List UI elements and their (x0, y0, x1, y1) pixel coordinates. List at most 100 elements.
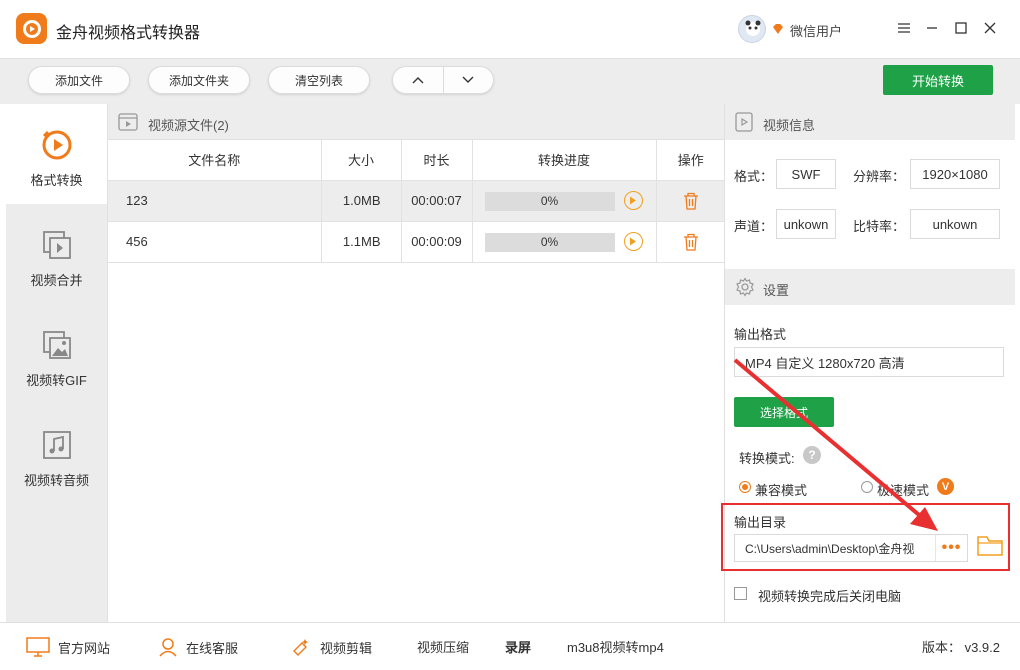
sidebar: 格式转换 视频合并 视频转GIF 视频转音频 (6, 104, 107, 622)
file-size: 1.0MB (321, 180, 402, 222)
sidebar-item-label: 视频转音频 (23, 473, 89, 488)
sidebar-item-label: 视频合并 (30, 273, 83, 288)
maximize-icon[interactable] (951, 18, 971, 38)
video-edit-link[interactable]: 视频剪辑 (290, 637, 372, 657)
sidebar-item-label: 视频转GIF (26, 373, 87, 388)
file-size: 1.1MB (321, 221, 402, 263)
table-row[interactable]: 456 1.1MB 00:00:09 0% (108, 221, 726, 263)
table-header-row: 文件名称 大小 时长 转换进度 操作 (108, 140, 725, 181)
right-panel: 视频信息 格式： SWF 分辨率： 1920×1080 声道： unkown 比… (721, 104, 1015, 622)
app-title: 金舟视频格式转换器 (56, 25, 201, 42)
delete-icon[interactable] (657, 192, 726, 210)
channel-value: unkown (776, 209, 836, 239)
progress-bar: 0% (484, 191, 615, 211)
column-header-name: 文件名称 (108, 140, 322, 181)
progress-text: 0% (540, 194, 559, 208)
official-website-label: 官方网站 (58, 640, 111, 656)
user-support-icon (158, 637, 178, 657)
sidebar-item-format-convert[interactable]: 格式转换 (6, 104, 107, 204)
vip-badge: V (937, 478, 954, 495)
close-icon[interactable] (980, 18, 1000, 38)
app-logo-icon (16, 13, 47, 44)
output-format-label: 输出格式 (734, 327, 787, 342)
file-duration: 00:00:07 (401, 180, 473, 222)
vip-diamond-icon (771, 22, 785, 36)
delete-icon[interactable] (657, 233, 726, 251)
fast-mode-radio[interactable] (861, 481, 873, 493)
settings-title: 设置 (763, 283, 790, 298)
compatible-mode-radio[interactable] (739, 481, 751, 493)
sidebar-item-video-to-gif[interactable]: 视频转GIF (6, 304, 107, 404)
format-value: SWF (776, 159, 836, 189)
choose-format-button[interactable]: 选择格式 (734, 397, 834, 427)
shutdown-checkbox[interactable] (734, 587, 747, 600)
column-header-actions: 操作 (656, 140, 725, 181)
output-dir-path: C:\Users\admin\Desktop\金舟视 (745, 541, 915, 556)
title-bar: 金舟视频格式转换器 微信用户 (0, 0, 1020, 58)
sidebar-item-video-merge[interactable]: 视频合并 (6, 204, 107, 304)
progress-text: 0% (540, 235, 559, 249)
move-down-button[interactable] (442, 67, 494, 93)
file-duration: 00:00:09 (401, 221, 473, 263)
video-file-icon (118, 113, 138, 134)
video-compress-link[interactable]: 视频压缩 (417, 637, 469, 656)
progress-cell: 0% (472, 180, 657, 222)
toolbar: 添加文件 添加文件夹 清空列表 开始转换 (0, 58, 1020, 104)
convert-icon (40, 128, 74, 162)
user-name[interactable]: 微信用户 (790, 21, 842, 40)
output-dir-field[interactable]: C:\Users\admin\Desktop\金舟视 ••• (734, 534, 968, 562)
merge-icon (40, 228, 74, 262)
clear-list-button[interactable]: 清空列表 (268, 66, 370, 94)
table-row[interactable]: 123 1.0MB 00:00:07 0% (108, 180, 726, 222)
video-info-title: 视频信息 (763, 118, 816, 133)
status-bar: 官方网站 在线客服 视频剪辑 视频压缩 录屏 m3u8视频转mp4 版本： v3… (0, 622, 1020, 670)
file-panel-title: 视频源文件(2) (148, 118, 229, 133)
sidebar-item-video-to-audio[interactable]: 视频转音频 (6, 404, 107, 504)
play-icon[interactable] (623, 190, 643, 210)
file-table: 文件名称 大小 时长 转换进度 操作 123 1.0MB 00:00:07 0% (108, 140, 725, 263)
play-icon[interactable] (623, 231, 643, 251)
format-label: 格式： (734, 169, 774, 184)
resolution-value: 1920×1080 (910, 159, 1000, 189)
progress-bar: 0% (484, 232, 615, 252)
bitrate-value: unkown (910, 209, 1000, 239)
more-options-button[interactable]: ••• (935, 535, 967, 561)
column-header-duration: 时长 (401, 140, 473, 181)
convert-mode-label: 转换模式: (739, 451, 795, 466)
move-up-button[interactable] (393, 67, 443, 93)
move-button-group (392, 66, 494, 94)
chevron-down-icon (462, 76, 474, 83)
minimize-icon[interactable] (922, 18, 942, 38)
sidebar-item-label: 格式转换 (30, 173, 83, 188)
video-info-header: 视频信息 (725, 104, 1015, 140)
video-info-icon (735, 112, 753, 135)
shutdown-label[interactable]: 视频转换完成后关闭电脑 (758, 586, 901, 605)
folder-icon[interactable] (977, 535, 1003, 560)
bitrate-label: 比特率： (853, 219, 906, 234)
channel-label: 声道： (734, 219, 774, 234)
compatible-mode-label[interactable]: 兼容模式 (755, 480, 807, 499)
user-avatar[interactable] (738, 15, 766, 43)
fast-mode-label[interactable]: 极速模式 (877, 480, 929, 499)
add-folder-button[interactable]: 添加文件夹 (148, 66, 250, 94)
chevron-up-icon (412, 77, 424, 84)
gear-icon (735, 277, 755, 300)
start-convert-button[interactable]: 开始转换 (883, 65, 993, 95)
file-name: 123 (108, 180, 322, 222)
help-icon[interactable]: ? (803, 446, 821, 464)
file-panel: 视频源文件(2) 文件名称 大小 时长 转换进度 操作 123 1.0MB 00… (107, 104, 725, 622)
menu-icon[interactable] (894, 18, 914, 38)
official-website-link[interactable]: 官方网站 (26, 637, 110, 657)
file-name: 456 (108, 221, 322, 263)
audio-icon (40, 428, 74, 462)
m3u8-to-mp4-link[interactable]: m3u8视频转mp4 (567, 637, 664, 656)
online-support-link[interactable]: 在线客服 (158, 637, 238, 657)
add-file-button[interactable]: 添加文件 (28, 66, 130, 94)
resolution-label: 分辨率： (853, 169, 906, 184)
screen-record-link[interactable]: 录屏 (505, 637, 531, 656)
output-format-field[interactable]: MP4 自定义 1280x720 高清 (734, 347, 1004, 377)
sparkle-icon (290, 637, 312, 657)
column-header-progress: 转换进度 (472, 140, 657, 181)
output-dir-label: 输出目录 (734, 515, 787, 530)
file-panel-header: 视频源文件(2) (108, 104, 725, 140)
